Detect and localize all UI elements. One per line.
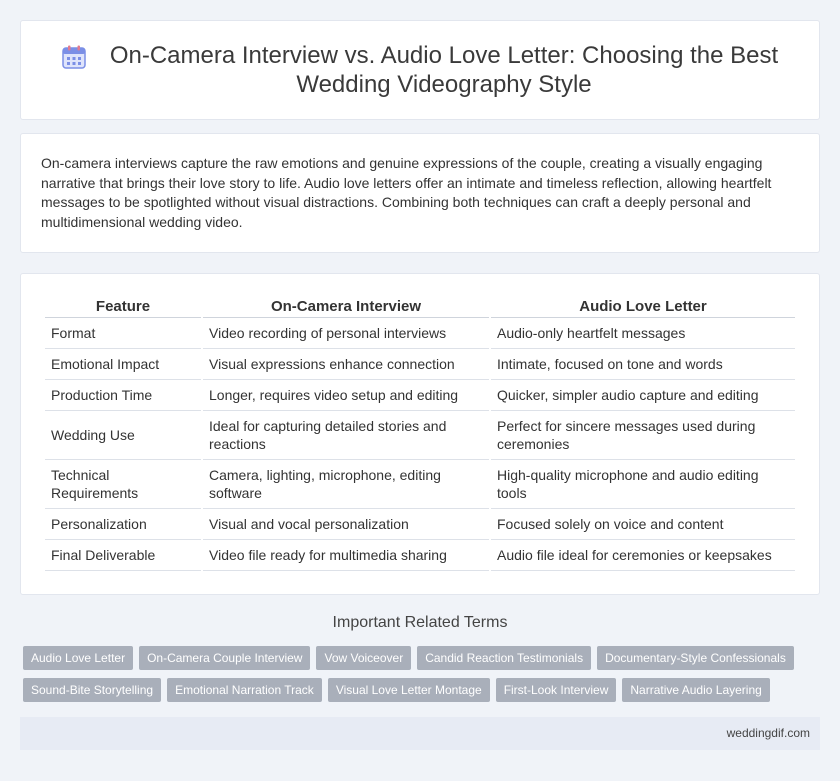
tag-audio-love-letter[interactable]: Audio Love Letter — [23, 646, 134, 670]
header-feature: Feature — [45, 294, 201, 318]
table-row: Personalization Visual and vocal persona… — [45, 509, 795, 540]
related-terms-title: Important Related Terms — [332, 614, 508, 631]
feature-cell: Production Time — [45, 380, 201, 411]
feature-cell: Final Deliverable — [45, 540, 201, 571]
audio-letter-cell: Focused solely on voice and content — [491, 509, 795, 540]
title-card: On-Camera Interview vs. Audio Love Lette… — [20, 20, 820, 120]
header-audio-love-letter: Audio Love Letter — [491, 294, 795, 318]
interview-cell: Video file ready for multimedia sharing — [203, 540, 489, 571]
tag-candid-reaction-testimonials[interactable]: Candid Reaction Testimonials — [417, 646, 592, 670]
audio-letter-cell: High-quality microphone and audio editin… — [491, 460, 795, 509]
comparison-table: Feature On-Camera Interview Audio Love L… — [43, 294, 797, 571]
feature-cell: Personalization — [45, 509, 201, 540]
related-terms-tags: Audio Love Letter On-Camera Couple Interv… — [23, 646, 823, 710]
tag-narrative-audio-layering[interactable]: Narrative Audio Layering — [622, 678, 770, 702]
feature-cell: Format — [45, 318, 201, 349]
interview-cell: Longer, requires video setup and editing — [203, 380, 489, 411]
footer-site-link[interactable]: weddingdif.com — [727, 726, 810, 740]
interview-cell: Visual and vocal personalization — [203, 509, 489, 540]
interview-cell: Camera, lighting, microphone, editing so… — [203, 460, 489, 509]
tag-documentary-style-confessionals[interactable]: Documentary-Style Confessionals — [597, 646, 794, 670]
feature-cell: Wedding Use — [45, 411, 201, 460]
intro-paragraph: On-camera interviews capture the raw emo… — [41, 155, 772, 230]
interview-cell: Visual expressions enhance connection — [203, 349, 489, 380]
table-row: Wedding Use Ideal for capturing detailed… — [45, 411, 795, 460]
audio-letter-cell: Quicker, simpler audio capture and editi… — [491, 380, 795, 411]
audio-letter-cell: Perfect for sincere messages used during… — [491, 411, 795, 460]
table-row: Technical Requirements Camera, lighting,… — [45, 460, 795, 509]
table-row: Format Video recording of personal inter… — [45, 318, 795, 349]
audio-letter-cell: Audio-only heartfelt messages — [491, 318, 795, 349]
table-row: Final Deliverable Video file ready for m… — [45, 540, 795, 571]
page-title: On-Camera Interview vs. Audio Love Lette… — [109, 42, 779, 98]
tag-sound-bite-storytelling[interactable]: Sound-Bite Storytelling — [23, 678, 162, 702]
table-row: Production Time Longer, requires video s… — [45, 380, 795, 411]
tag-vow-voiceover[interactable]: Vow Voiceover — [316, 646, 412, 670]
audio-letter-cell: Intimate, focused on tone and words — [491, 349, 795, 380]
title-wrap: On-Camera Interview vs. Audio Love Lette… — [21, 41, 819, 99]
tag-visual-love-letter-montage[interactable]: Visual Love Letter Montage — [327, 678, 490, 702]
table-header-row: Feature On-Camera Interview Audio Love L… — [45, 294, 795, 318]
interview-cell: Ideal for capturing detailed stories and… — [203, 411, 489, 460]
intro-card: On-camera interviews capture the raw emo… — [20, 133, 820, 253]
footer: weddingdif.com — [20, 717, 820, 750]
tag-on-camera-couple-interview[interactable]: On-Camera Couple Interview — [139, 646, 311, 670]
comparison-card: Feature On-Camera Interview Audio Love L… — [20, 273, 820, 595]
feature-cell: Emotional Impact — [45, 349, 201, 380]
interview-cell: Video recording of personal interviews — [203, 318, 489, 349]
tag-first-look-interview[interactable]: First-Look Interview — [495, 678, 617, 702]
calendar-icon — [62, 45, 86, 69]
table-row: Emotional Impact Visual expressions enha… — [45, 349, 795, 380]
tag-emotional-narration-track[interactable]: Emotional Narration Track — [167, 678, 322, 702]
feature-cell: Technical Requirements — [45, 460, 201, 509]
header-on-camera-interview: On-Camera Interview — [203, 294, 489, 318]
audio-letter-cell: Audio file ideal for ceremonies or keeps… — [491, 540, 795, 571]
